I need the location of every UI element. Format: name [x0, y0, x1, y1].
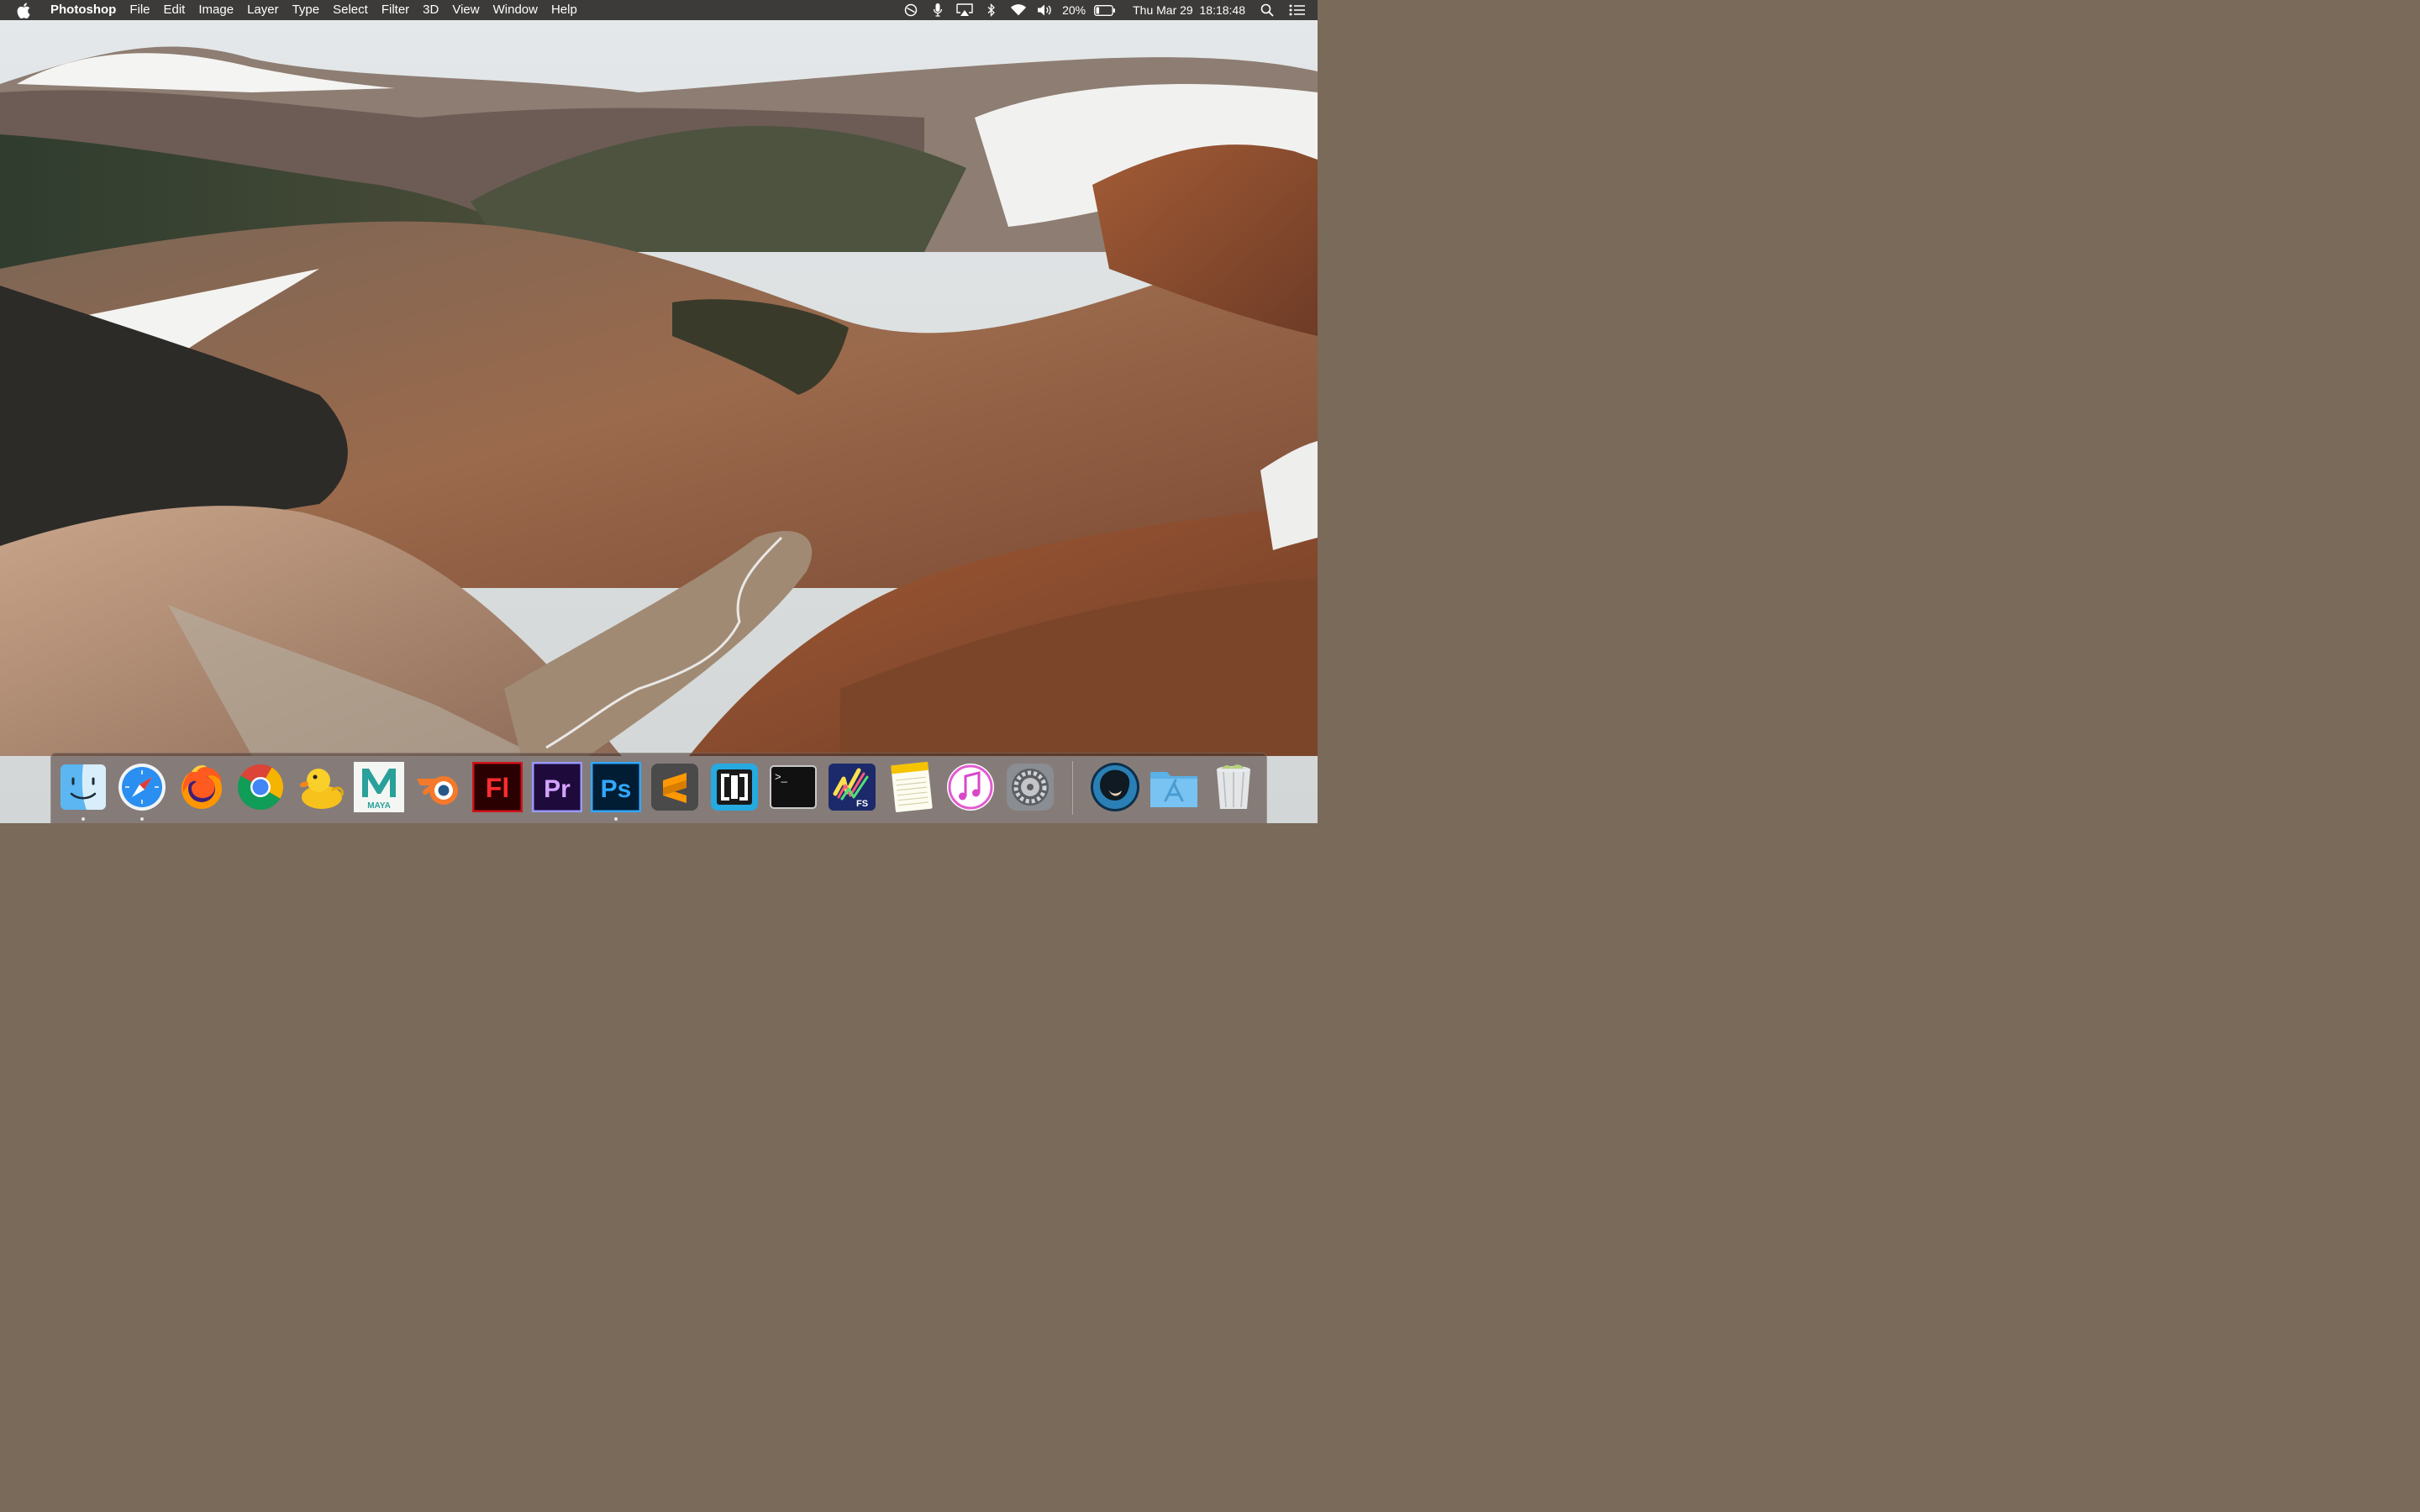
premiere-icon: Pr [532, 762, 582, 812]
menu-3d[interactable]: 3D [416, 0, 445, 20]
maya-icon: MAYA [354, 762, 404, 812]
notes-icon [891, 761, 933, 812]
do-not-disturb-icon[interactable] [902, 3, 919, 18]
system-preferences-icon [1007, 764, 1054, 811]
dock-trash[interactable] [1207, 760, 1260, 814]
menu-bar: Photoshop File Edit Image Layer Type Sel… [0, 0, 1318, 20]
maya-label: MAYA [367, 801, 391, 811]
dock-finder[interactable] [56, 760, 110, 814]
menu-image[interactable]: Image [192, 0, 240, 20]
menu-help[interactable]: Help [544, 0, 584, 20]
fs-label: FS [856, 799, 868, 809]
dock-blender[interactable] [412, 760, 466, 814]
dock-photoshop[interactable]: Ps [589, 760, 643, 814]
chrome-icon [237, 764, 284, 811]
terminal-icon: >_ [770, 765, 817, 809]
dock-brackets[interactable] [708, 760, 761, 814]
flash-label: Fl [486, 773, 509, 803]
airplay-icon[interactable] [956, 3, 973, 18]
photoshop-label: Ps [601, 775, 632, 803]
running-indicator-safari [140, 817, 144, 821]
dock-cyberduck[interactable] [293, 760, 347, 814]
user-folder-icon [1091, 763, 1139, 811]
apple-menu-icon[interactable] [17, 2, 34, 18]
dock-firefox[interactable] [175, 760, 229, 814]
fs-icon: FS [829, 764, 876, 811]
menu-filter[interactable]: Filter [375, 0, 416, 20]
menu-app-name[interactable]: Photoshop [49, 0, 123, 20]
dock-sublime[interactable] [648, 760, 702, 814]
menu-view[interactable]: View [445, 0, 486, 20]
cyberduck-icon [299, 769, 344, 809]
clock[interactable]: Thu Mar 29 18:18:48 [1133, 3, 1245, 17]
safari-icon [118, 764, 166, 811]
dock-terminal[interactable]: >_ [766, 760, 820, 814]
dock-user-folder[interactable] [1088, 760, 1142, 814]
finder-icon [60, 764, 106, 810]
dock-safari[interactable] [115, 760, 169, 814]
terminal-label: >_ [775, 770, 788, 783]
blender-icon [417, 776, 458, 805]
notification-center-icon[interactable] [1289, 3, 1306, 18]
sublime-icon [651, 764, 698, 811]
dock-chrome[interactable] [234, 760, 287, 814]
bluetooth-icon[interactable] [983, 3, 1000, 18]
dock-fs[interactable]: FS [825, 760, 879, 814]
menu-edit[interactable]: Edit [157, 0, 192, 20]
menu-file[interactable]: File [123, 0, 156, 20]
dock-applications-folder[interactable] [1147, 760, 1201, 814]
microphone-icon[interactable] [929, 3, 946, 18]
dock-maya[interactable]: MAYA [352, 760, 406, 814]
desktop-wallpaper [0, 0, 1318, 823]
premiere-label: Pr [544, 775, 571, 803]
wifi-icon[interactable] [1010, 3, 1027, 18]
status-area: 20% Thu Mar 29 18:18:48 [897, 0, 1318, 20]
firefox-icon [182, 765, 222, 809]
volume-icon[interactable] [1037, 3, 1054, 18]
flash-icon: Fl [472, 762, 523, 812]
dock-notes[interactable] [885, 760, 939, 814]
itunes-icon [947, 764, 994, 811]
applications-folder-icon [1150, 772, 1197, 807]
brackets-icon [711, 764, 758, 811]
menu-layer[interactable]: Layer [240, 0, 286, 20]
running-indicator-finder [82, 817, 85, 821]
menu-window[interactable]: Window [487, 0, 544, 20]
battery-percent: 20% [1062, 3, 1086, 17]
dock-flash[interactable]: Fl [471, 760, 524, 814]
spotlight-icon[interactable] [1259, 3, 1276, 18]
trash-icon [1217, 764, 1250, 809]
menu-select[interactable]: Select [326, 0, 375, 20]
dock-premiere[interactable]: Pr [530, 760, 584, 814]
battery-icon[interactable] [1094, 3, 1116, 18]
dock-separator [1072, 761, 1073, 815]
running-indicator-photoshop [614, 817, 618, 821]
photoshop-icon: Ps [591, 762, 641, 812]
dock-system-preferences[interactable] [1003, 760, 1057, 814]
dock-itunes[interactable] [944, 760, 997, 814]
menu-type[interactable]: Type [286, 0, 327, 20]
